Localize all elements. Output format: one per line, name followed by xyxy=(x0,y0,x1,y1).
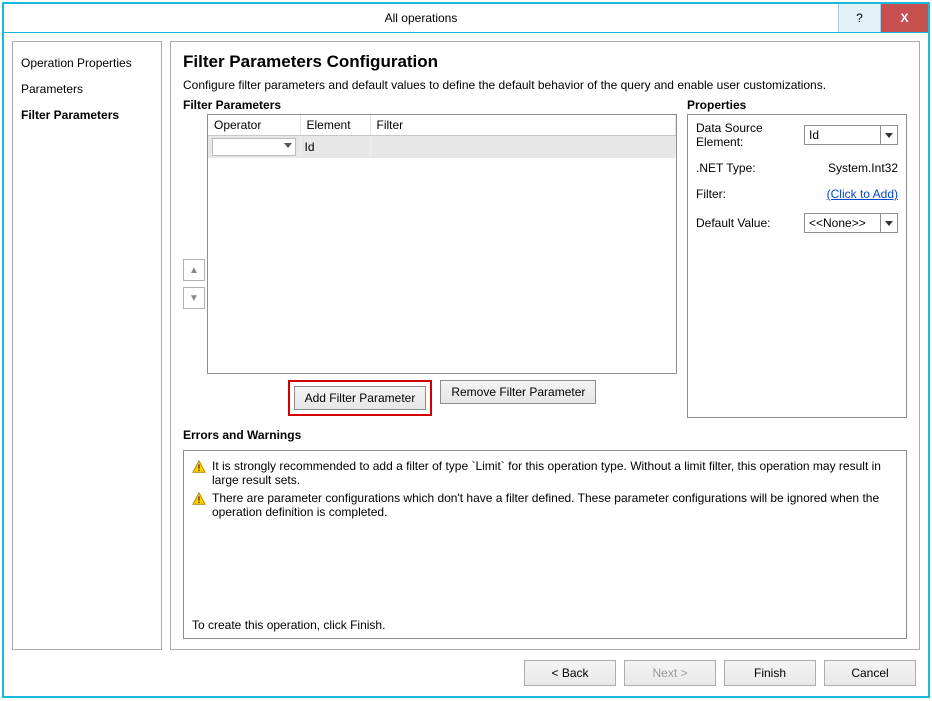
filter-parameters-label: Filter Parameters xyxy=(183,98,677,112)
next-button: Next > xyxy=(624,660,716,686)
reorder-arrows: ▲ ▼ xyxy=(183,259,205,309)
chevron-down-icon xyxy=(880,126,897,144)
page-heading: Filter Parameters Configuration xyxy=(183,52,907,72)
cell-operator[interactable] xyxy=(208,136,300,159)
help-button[interactable]: ? xyxy=(838,4,880,32)
add-highlight: Add Filter Parameter xyxy=(288,380,433,416)
cell-element[interactable]: Id xyxy=(300,136,370,159)
move-down-button[interactable]: ▼ xyxy=(183,287,205,309)
filter-click-to-add-link[interactable]: (Click to Add) xyxy=(827,187,898,201)
window-title: All operations xyxy=(4,11,838,25)
warning-icon xyxy=(192,460,206,474)
finish-button[interactable]: Finish xyxy=(724,660,816,686)
col-filter[interactable]: Filter xyxy=(370,115,676,136)
operator-dropdown[interactable] xyxy=(212,138,296,156)
move-up-button[interactable]: ▲ xyxy=(183,259,205,281)
nav-filter-parameters[interactable]: Filter Parameters xyxy=(19,102,155,128)
dialog-body: Operation Properties Parameters Filter P… xyxy=(4,33,928,696)
remove-filter-parameter-button[interactable]: Remove Filter Parameter xyxy=(440,380,596,404)
titlebar-buttons: ? X xyxy=(838,4,928,32)
footer-note: To create this operation, click Finish. xyxy=(192,614,898,632)
col-element[interactable]: Element xyxy=(300,115,370,136)
table-row[interactable]: Id xyxy=(208,136,676,159)
errors-heading: Errors and Warnings xyxy=(183,428,907,442)
content-pane: Filter Parameters Configuration Configur… xyxy=(170,41,920,650)
back-button[interactable]: < Back xyxy=(524,660,616,686)
two-columns: Filter Parameters ▲ ▼ xyxy=(183,98,907,418)
data-source-element-dropdown[interactable]: Id xyxy=(804,125,898,145)
warning-item: It is strongly recommended to add a filt… xyxy=(192,457,898,489)
prop-filter: Filter: (Click to Add) xyxy=(696,187,898,201)
nav-operation-properties[interactable]: Operation Properties xyxy=(19,50,155,76)
filter-actions: Add Filter Parameter Remove Filter Param… xyxy=(207,374,677,418)
cell-filter[interactable] xyxy=(370,136,676,159)
filter-parameters-table: Operator Element Filter Id xyxy=(208,115,676,158)
prop-data-source-element: Data Source Element: Id xyxy=(696,121,898,149)
side-nav: Operation Properties Parameters Filter P… xyxy=(12,41,162,650)
dialog-window: All operations ? X Operation Properties … xyxy=(2,2,930,698)
add-filter-parameter-button[interactable]: Add Filter Parameter xyxy=(294,386,427,410)
col-operator[interactable]: Operator xyxy=(208,115,300,136)
errors-and-warnings-box: It is strongly recommended to add a filt… xyxy=(183,450,907,639)
filter-parameters-table-box: Operator Element Filter Id xyxy=(207,114,677,374)
properties-column: Properties Data Source Element: Id .NET xyxy=(687,98,907,418)
warning-icon xyxy=(192,492,206,506)
prop-net-type: .NET Type: System.Int32 xyxy=(696,161,898,175)
page-description: Configure filter parameters and default … xyxy=(183,78,907,92)
main-row: Operation Properties Parameters Filter P… xyxy=(12,41,920,650)
chevron-down-icon xyxy=(880,214,897,232)
filter-parameters-column: Filter Parameters ▲ ▼ xyxy=(183,98,677,418)
properties-panel: Data Source Element: Id .NET Type: Syste… xyxy=(687,114,907,418)
titlebar: All operations ? X xyxy=(4,4,928,33)
close-button[interactable]: X xyxy=(880,4,928,32)
prop-default-value: Default Value: <<None>> xyxy=(696,213,898,233)
nav-parameters[interactable]: Parameters xyxy=(19,76,155,102)
cancel-button[interactable]: Cancel xyxy=(824,660,916,686)
properties-label: Properties xyxy=(687,98,907,112)
warning-item: There are parameter configurations which… xyxy=(192,489,898,521)
dialog-button-row: < Back Next > Finish Cancel xyxy=(12,658,920,688)
default-value-dropdown[interactable]: <<None>> xyxy=(804,213,898,233)
